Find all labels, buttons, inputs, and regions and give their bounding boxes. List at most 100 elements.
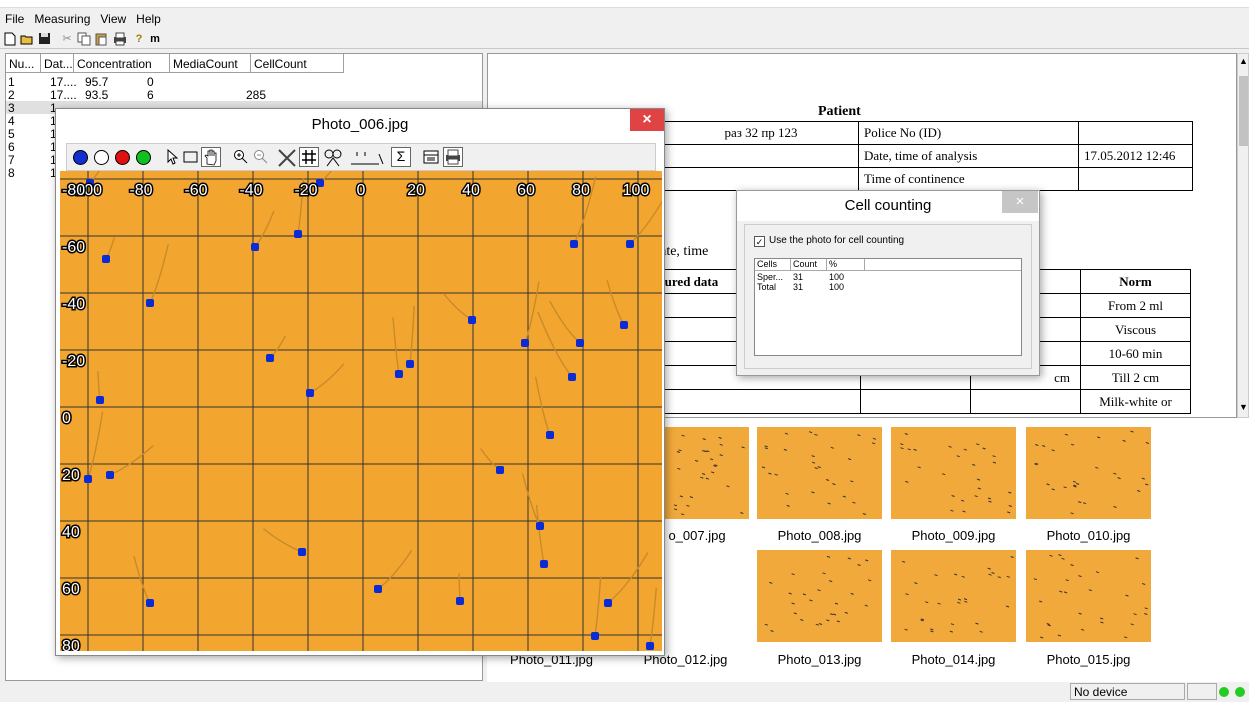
new-file-icon[interactable] [3,32,17,46]
photo-grid-overlay: -100 -80 -60 -40 -20 0 20 40 60 80 100-80-60-40-20… [60,171,662,651]
cell-marker [540,560,548,568]
help-icon[interactable]: ? [132,32,146,46]
thumbnail-caption[interactable]: Photo_015.jpg [1026,652,1151,667]
thumbnail-caption[interactable]: Photo_009.jpg [891,528,1016,543]
x-tick-label: 100 [623,182,650,199]
col-header-cellcount[interactable]: CellCount [251,54,344,73]
sperm-tail [649,587,657,647]
device-status: No device [1070,683,1185,700]
cell-marker [468,316,476,324]
cell-counting-dialog[interactable]: Cell counting × ✓ Use the photo for cell… [736,190,1040,376]
x-tick-label: -20 [294,182,317,199]
col-header-date[interactable]: Dat... [41,54,74,73]
hand-pan-icon[interactable] [201,147,221,167]
microscope-photo[interactable]: -100 -80 -60 -40 -20 0 20 40 60 80 100 -80 -60 -40 -20… [60,171,662,651]
thumbnail-caption[interactable]: Photo_008.jpg [757,528,882,543]
cell-row-pct: 100 [829,272,845,282]
row-concentration: 95.7 [85,75,109,89]
scroll-down-icon[interactable]: ▼ [1239,402,1248,412]
menu-help[interactable]: Help [131,9,166,26]
scroll-thumb[interactable] [1239,76,1248,146]
row-cellcount: 285 [246,88,267,102]
cell-marker [106,471,114,479]
cell-close-button[interactable]: × [1002,191,1038,213]
menu-measuring[interactable]: Measuring [29,9,95,26]
thumbnail-image[interactable] [664,427,749,519]
row-mediacount: 0 [147,75,154,89]
thumbnail-caption[interactable]: Photo_014.jpg [891,652,1016,667]
x-tick-label: 60 [517,182,535,199]
row-number: 3 [8,101,15,115]
menu-file[interactable]: File [0,9,29,26]
ruler-measure-icon[interactable] [349,148,387,171]
sperm-tail [524,281,540,344]
white-marker-icon[interactable] [94,150,109,165]
pointer-icon[interactable] [163,148,181,167]
y-tick-label: 80 [62,638,80,651]
thumbnail-image[interactable] [757,427,882,519]
thumbnail-image[interactable] [891,427,1016,519]
photo-close-button[interactable]: × [630,109,664,131]
thumbnail-caption[interactable]: o_007.jpg [657,528,737,543]
green-marker-icon[interactable] [136,150,151,165]
scroll-up-icon[interactable]: ▲ [1239,56,1248,66]
zoom-out-icon[interactable] [253,149,269,168]
row-concentration: 93.5 [85,88,109,102]
table-row[interactable]: 1 17.... 95.7 0 [6,75,482,89]
window-titlebar [0,0,1249,8]
table-row[interactable]: 2 17.... 93.5 6 285 [6,88,482,102]
blue-marker-icon[interactable] [73,150,88,165]
cell-marker [546,431,554,439]
sperm-tail [535,504,545,565]
status-cell [1187,683,1217,700]
thumbnail-image[interactable] [757,550,882,642]
patient-title: Patient [818,104,861,119]
thumbnail-image[interactable] [1026,550,1151,642]
use-photo-label[interactable]: Use the photo for cell counting [769,235,904,246]
delete-cross-icon[interactable] [277,148,297,171]
cell-marker [146,599,154,607]
norm-viscosity: Viscous [1080,317,1191,342]
save-icon[interactable] [37,32,51,46]
thumbnail-image[interactable] [1026,427,1151,519]
copy-icon[interactable] [77,32,91,46]
measure-m-button[interactable]: m [148,32,162,46]
zoom-in-icon[interactable] [233,149,249,168]
paste-icon[interactable] [94,32,108,46]
sperm-tail [87,411,104,480]
status-bar: No device [0,682,1249,702]
cell-marker [496,466,504,474]
menu-view[interactable]: View [95,9,131,26]
use-photo-checkbox[interactable]: ✓ [754,236,765,247]
sperm-tail [263,528,303,553]
col-header-number[interactable]: Nu... [6,54,41,73]
grid-toggle-icon[interactable] [299,147,319,167]
photo-window[interactable]: Photo_006.jpg × Σ -100 -80 -60 -40 -20 0 20 40 6… [55,108,665,656]
sperm-tail [377,549,413,590]
photo-print-icon[interactable] [443,147,463,167]
cell-marker [568,373,576,381]
y-tick-label: -20 [62,353,85,370]
sum-icon[interactable]: Σ [391,147,411,167]
rectangle-select-icon[interactable] [183,150,199,168]
cell-row-count: 31 [793,272,804,282]
col-header-mediacount[interactable]: MediaCount [170,54,251,73]
cell-marker [306,389,314,397]
print-icon[interactable] [113,32,127,46]
open-folder-icon[interactable] [20,32,34,46]
cell-col-percent: % [827,259,865,271]
sperm-tail [535,376,551,436]
calendar-icon[interactable] [423,149,439,168]
cut-icon[interactable]: ✂ [60,32,74,46]
report-scrollbar[interactable]: ▲ ▼ [1237,53,1249,418]
thumbnail-caption[interactable]: Photo_010.jpg [1026,528,1151,543]
thumbnail-image[interactable] [891,550,1016,642]
red-marker-icon[interactable] [115,150,130,165]
cell-marker [251,243,259,251]
link-cells-icon[interactable] [323,148,343,171]
cell-marker [576,339,584,347]
led-1-icon [1219,687,1229,697]
col-header-concentration[interactable]: Concentration [74,54,170,73]
thumbnail-caption[interactable]: Photo_013.jpg [757,652,882,667]
cell-marker [536,522,544,530]
